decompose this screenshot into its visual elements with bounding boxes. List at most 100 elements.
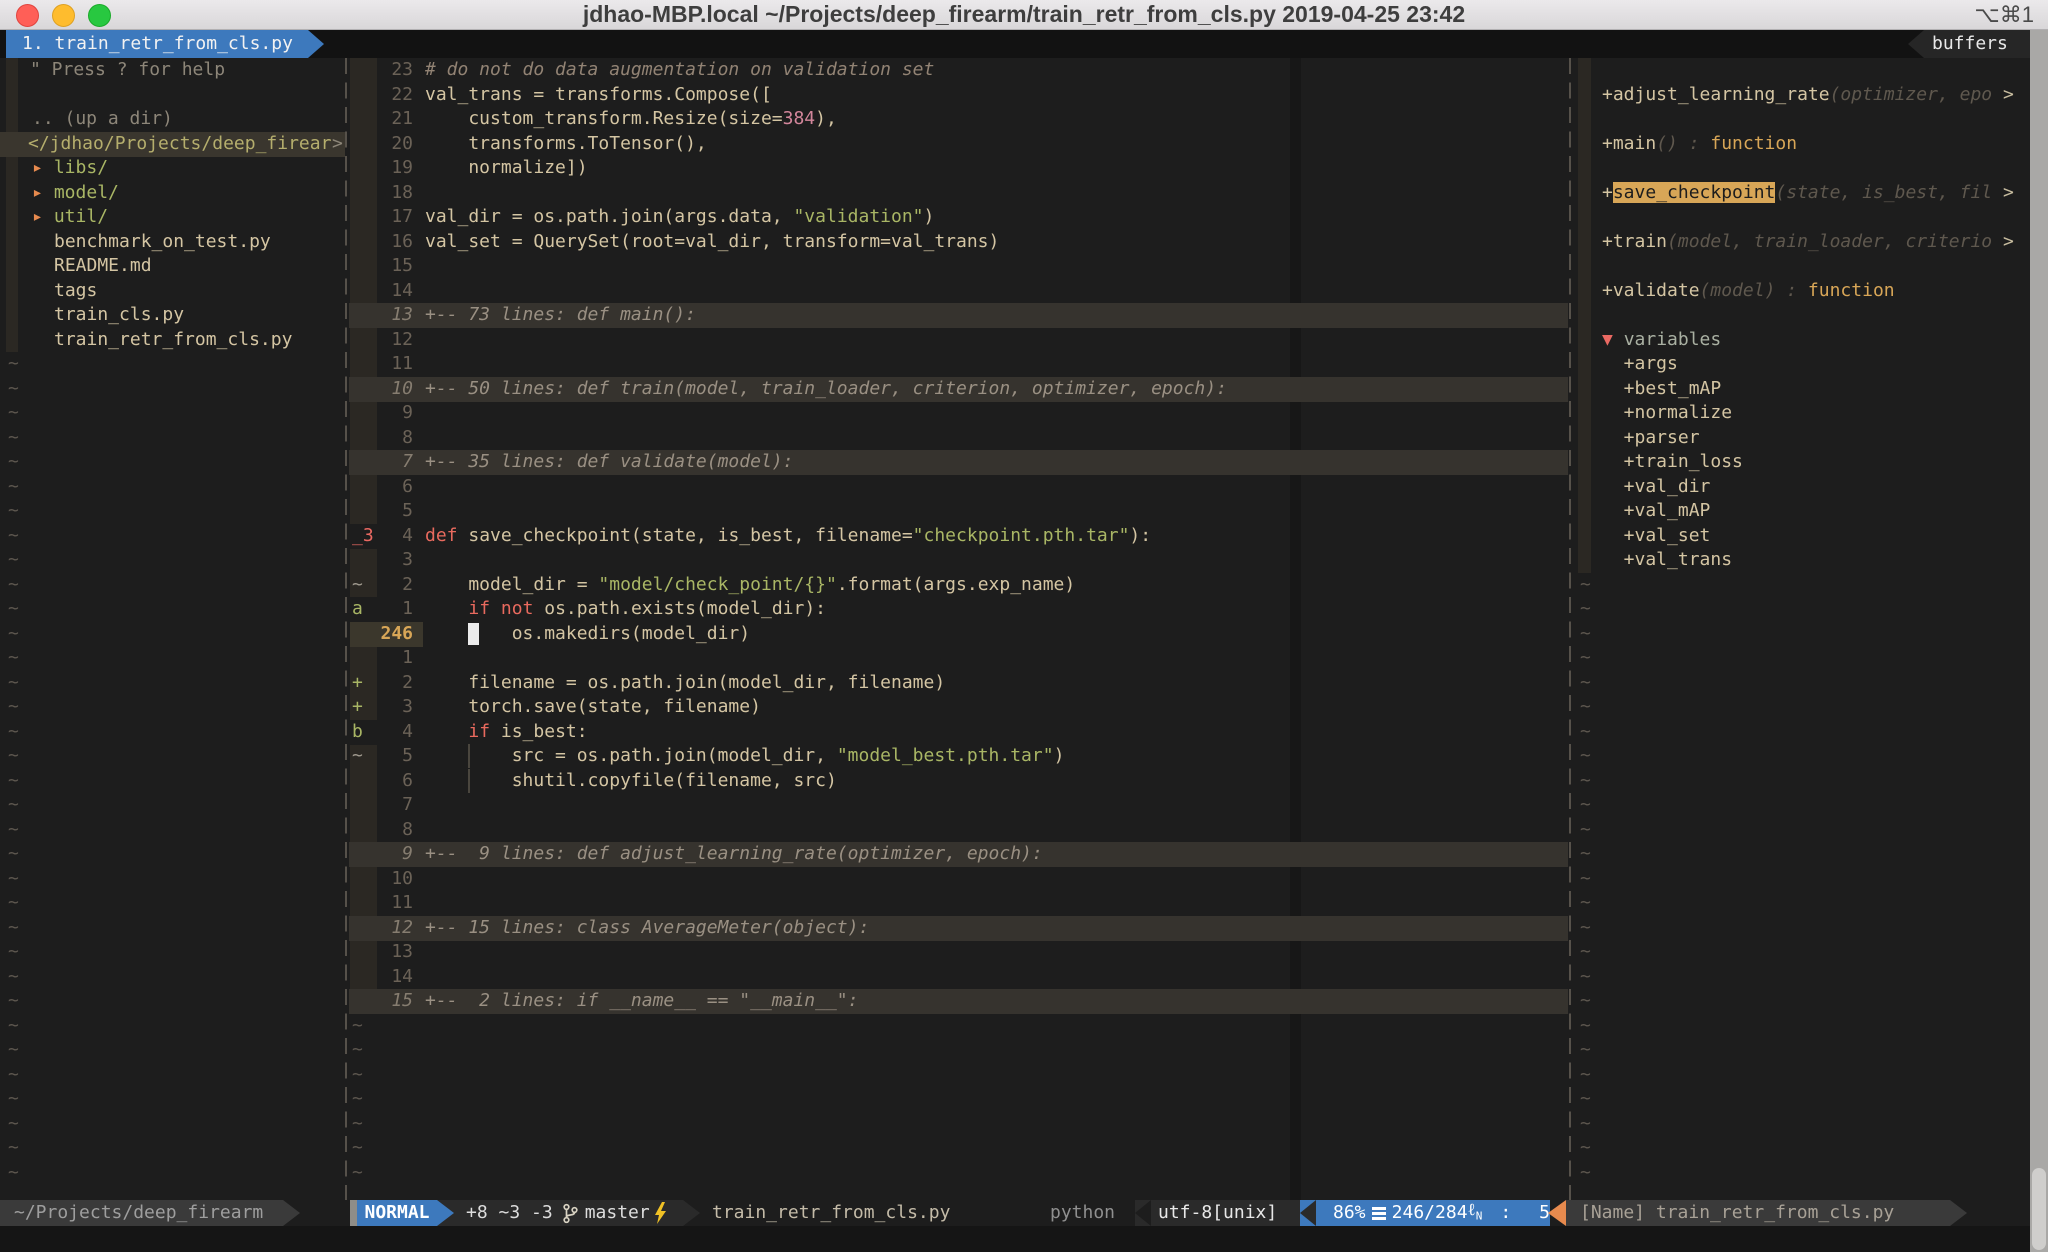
tree-item-file[interactable]: benchmark_on_test.py (54, 230, 271, 255)
truncation-marker: > (2003, 83, 2014, 108)
tilde: ~ (8, 1014, 19, 1039)
line-number: 6 (349, 769, 413, 794)
line-number: 14 (349, 279, 413, 304)
tag-item[interactable]: +val_set (1602, 524, 1710, 549)
tag-item[interactable]: +train(model, train_loader, criterio (1602, 230, 1992, 255)
tag-item[interactable]: +normalize (1602, 401, 1732, 426)
powerline-arrow-icon (1950, 1200, 1967, 1226)
window-separator-right[interactable] (1569, 58, 1571, 1200)
statusline-tagbar-name: [Name] train_retr_from_cls.py (1566, 1200, 1950, 1226)
code-line[interactable]: val_dir = os.path.join(args.data, "valid… (425, 205, 934, 230)
tree-root[interactable]: </jdhao/Projects/deep_firear (28, 132, 331, 157)
statusline-filetype: python (1050, 1200, 1135, 1226)
code-line[interactable]: # do not do data augmentation on validat… (425, 58, 934, 83)
tilde: ~ (8, 793, 19, 818)
gutter-sign: _3 (352, 524, 374, 549)
tag-kind-variables[interactable]: ▼ variables (1602, 328, 1721, 353)
tab-shortcut-indicator: ⌥⌘1 (1974, 2, 2034, 28)
code-line[interactable]: shutil.copyfile(filename, src) (425, 769, 837, 794)
line-number: 13 (349, 940, 413, 965)
gutter-sign: + (352, 695, 363, 720)
line-number: 12 (349, 328, 413, 353)
macos-titlebar: jdhao-MBP.local ~/Projects/deep_firearm/… (0, 0, 2048, 30)
tag-item[interactable]: +args (1602, 352, 1678, 377)
tree-item-file[interactable]: tags (54, 279, 97, 304)
tag-item[interactable]: +save_checkpoint(state, is_best, fil (1602, 181, 1992, 206)
tag-item[interactable]: +validate(model) : function (1602, 279, 1895, 304)
tilde: ~ (1580, 1087, 1591, 1112)
tree-item-dir[interactable]: ▸libs/ (32, 156, 108, 181)
fold-text: +-- 35 lines: def validate(model): (425, 450, 793, 475)
tilde: ~ (8, 940, 19, 965)
tree-item-file[interactable]: train_retr_from_cls.py (54, 328, 292, 353)
code-line[interactable]: val_set = QuerySet(root=val_dir, transfo… (425, 230, 999, 255)
tilde: ~ (8, 720, 19, 745)
code-line[interactable]: transforms.ToTensor(), (425, 132, 707, 157)
tilde: ~ (8, 916, 19, 941)
tag-item[interactable]: +train_loss (1602, 450, 1743, 475)
tilde: ~ (1580, 916, 1591, 941)
tree-item-file[interactable]: train_cls.py (54, 303, 184, 328)
code-line[interactable]: def save_checkpoint(state, is_best, file… (425, 524, 1151, 549)
code-line[interactable]: normalize]) (425, 156, 588, 181)
code-line[interactable]: val_trans = transforms.Compose([ (425, 83, 772, 108)
tag-item[interactable]: +val_trans (1602, 548, 1732, 573)
tilde: ~ (1580, 573, 1591, 598)
git-branch-name: master (585, 1200, 650, 1226)
code-line[interactable]: src = os.path.join(model_dir, "model_bes… (425, 744, 1064, 769)
tab-train-retr-from-cls[interactable]: 1. train_retr_from_cls.py (6, 30, 324, 58)
statusline-sliver (350, 1200, 357, 1226)
tilde: ~ (8, 744, 19, 769)
code-line[interactable]: model_dir = "model/check_point/{}".forma… (425, 573, 1075, 598)
command-line[interactable] (0, 1226, 2048, 1252)
chevron-right-icon: ▸ (32, 157, 43, 178)
code-line[interactable]: if is_best: (425, 720, 588, 745)
line-number: 9 (349, 401, 413, 426)
tilde: ~ (1580, 842, 1591, 867)
tilde: ~ (8, 842, 19, 867)
gutter-sign: + (352, 671, 363, 696)
tilde: ~ (1580, 1014, 1591, 1039)
tilde: ~ (1580, 646, 1591, 671)
tilde: ~ (1580, 744, 1591, 769)
nerdtree-sign-column (6, 58, 18, 352)
powerline-arrow-icon (1300, 1200, 1316, 1226)
tree-item-dir[interactable]: ▸util/ (32, 205, 108, 230)
tilde: ~ (1580, 1112, 1591, 1137)
chevron-right-icon: ▸ (32, 206, 43, 227)
tag-item[interactable]: +parser (1602, 426, 1700, 451)
tag-item[interactable]: +val_dir (1602, 475, 1710, 500)
tree-item-dir[interactable]: ▸model/ (32, 181, 119, 206)
line-number: 8 (349, 426, 413, 451)
statusline-mode: NORMAL (357, 1200, 437, 1226)
color-column-80 (1290, 58, 1301, 1200)
tag-item[interactable]: +best_mAP (1602, 377, 1721, 402)
code-line[interactable]: torch.save(state, filename) (425, 695, 761, 720)
statusline-encoding: utf-8[unix] (1158, 1200, 1288, 1226)
tag-item[interactable]: +main() : function (1602, 132, 1797, 157)
scrollbar-thumb[interactable] (2032, 1168, 2046, 1250)
tagbar-sign-column (1578, 58, 1591, 573)
tilde: ~ (1580, 1161, 1591, 1186)
tree-item-file[interactable]: README.md (54, 254, 152, 279)
tag-item[interactable]: +val_mAP (1602, 499, 1710, 524)
tilde: ~ (8, 867, 19, 892)
line-number: 7 (349, 450, 413, 475)
code-line[interactable]: filename = os.path.join(model_dir, filen… (425, 671, 945, 696)
gutter-sign: a (352, 597, 363, 622)
code-line[interactable]: custom_transform.Resize(size=384), (425, 107, 837, 132)
colon-separator: : (1500, 1200, 1511, 1226)
tilde: ~ (1580, 1063, 1591, 1088)
tag-item[interactable]: +adjust_learning_rate(optimizer, epo (1602, 83, 1992, 108)
tilde: ~ (1580, 671, 1591, 696)
window-separator-left[interactable] (345, 58, 347, 1200)
tilde: ~ (8, 499, 19, 524)
tree-up-dir[interactable]: .. (up a dir) (32, 107, 173, 132)
scrollbar[interactable] (2030, 30, 2048, 1252)
tilde: ~ (1580, 597, 1591, 622)
tilde: ~ (8, 426, 19, 451)
code-line[interactable]: if not os.path.exists(model_dir): (425, 597, 826, 622)
line-number: 5 (349, 499, 413, 524)
tilde: ~ (8, 573, 19, 598)
line-number: 9 (349, 842, 413, 867)
